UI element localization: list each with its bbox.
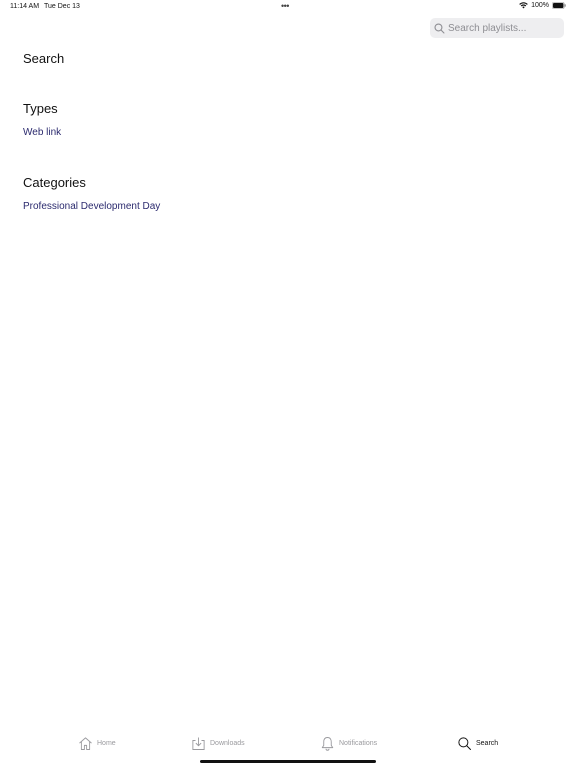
type-link-web-link[interactable]: Web link	[23, 127, 61, 138]
categories-heading: Categories	[23, 175, 86, 190]
tab-label: Notifications	[339, 740, 378, 747]
search-icon	[434, 22, 445, 34]
bell-icon	[321, 737, 334, 751]
wifi-icon	[519, 2, 528, 9]
types-heading: Types	[23, 101, 58, 116]
status-time: 11:14 AM	[10, 3, 40, 10]
status-bar: 11:14 AM Tue Dec 13 ••• 100%	[0, 0, 576, 14]
multitasking-dots[interactable]: •••	[281, 1, 289, 11]
tab-home[interactable]: Home	[78, 736, 116, 751]
tab-label: Search	[476, 740, 499, 747]
download-icon	[192, 737, 205, 750]
search-input[interactable]	[448, 22, 558, 34]
tab-downloads[interactable]: Downloads	[191, 736, 245, 751]
tab-label: Downloads	[210, 740, 245, 747]
search-field[interactable]	[430, 18, 564, 38]
tab-notifications[interactable]: Notifications	[320, 736, 377, 751]
screen: 11:14 AM Tue Dec 13 ••• 100% Search Type…	[0, 0, 576, 768]
home-icon	[79, 737, 92, 750]
status-date: Tue Dec 13	[44, 3, 80, 10]
home-indicator[interactable]	[200, 760, 376, 763]
tab-search[interactable]: Search	[457, 736, 498, 751]
battery-percent: 100%	[531, 2, 549, 9]
page-title: Search	[23, 51, 65, 66]
status-indicators: 100%	[519, 2, 566, 9]
tab-label: Home	[97, 740, 116, 747]
category-link-professional-development-day[interactable]: Professional Development Day	[23, 201, 160, 212]
search-icon	[458, 737, 471, 750]
battery-icon	[552, 2, 566, 9]
